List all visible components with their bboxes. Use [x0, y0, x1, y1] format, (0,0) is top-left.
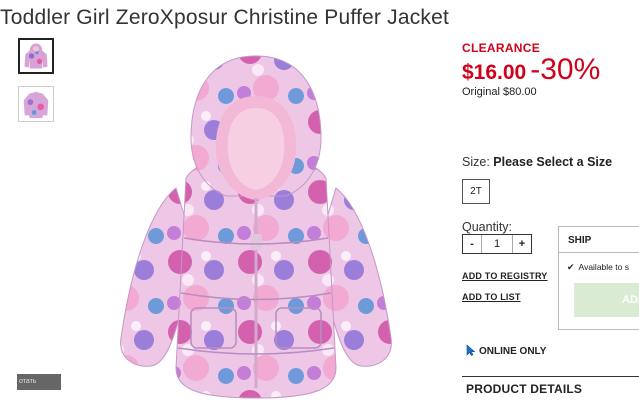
add-to-registry-link[interactable]: ADD TO REGISTRY — [462, 271, 548, 281]
discount-percent: -30% — [530, 53, 601, 86]
thumbnail-1[interactable] — [18, 38, 54, 74]
product-details-heading[interactable]: PRODUCT DETAILS — [466, 382, 582, 396]
ship-tab-divider — [559, 252, 639, 253]
puffer-jacket-image — [120, 55, 392, 399]
ship-availability: ✔ Available to s — [567, 262, 629, 273]
jacket-thumbnail-icon — [19, 87, 53, 121]
quantity-label: Quantity: — [462, 220, 513, 234]
add-to-bag-button[interactable]: ADD — [574, 283, 639, 317]
size-label: Size: Please Select a Size — [462, 155, 612, 169]
quantity-increment-button[interactable]: + — [513, 235, 531, 253]
price-row: $16.00 -30% — [462, 53, 600, 87]
size-label-text: Size: — [462, 155, 490, 169]
checkmark-icon: ✔ — [567, 262, 575, 272]
quantity-input[interactable]: 1 — [481, 235, 513, 253]
cursor-arrow-icon — [466, 344, 476, 359]
online-only-text: ONLINE ONLY — [479, 346, 547, 358]
online-only-notice: ONLINE ONLY — [466, 344, 546, 359]
zoom-overlay-label[interactable]: отать — [17, 374, 61, 390]
quantity-decrement-button[interactable]: - — [463, 235, 481, 253]
product-title: Toddler Girl ZeroXposur Christine Puffer… — [0, 6, 450, 29]
jacket-thumbnail-icon — [20, 40, 52, 72]
shipping-panel: SHIP ✔Available to s ADD — [558, 226, 639, 330]
add-to-list-link[interactable]: ADD TO LIST — [462, 292, 521, 302]
product-image[interactable] — [96, 38, 416, 404]
quantity-stepper: - 1 + — [462, 234, 532, 254]
ship-availability-text: Available to s — [578, 262, 629, 272]
tab-ship[interactable]: SHIP — [568, 235, 591, 246]
original-price: Original $80.00 — [462, 86, 537, 98]
section-divider — [462, 376, 639, 377]
size-option-2t[interactable]: 2T — [462, 179, 490, 204]
thumbnail-2[interactable] — [18, 86, 54, 122]
size-prompt: Please Select a Size — [493, 155, 613, 169]
sale-price: $16.00 — [462, 61, 527, 84]
